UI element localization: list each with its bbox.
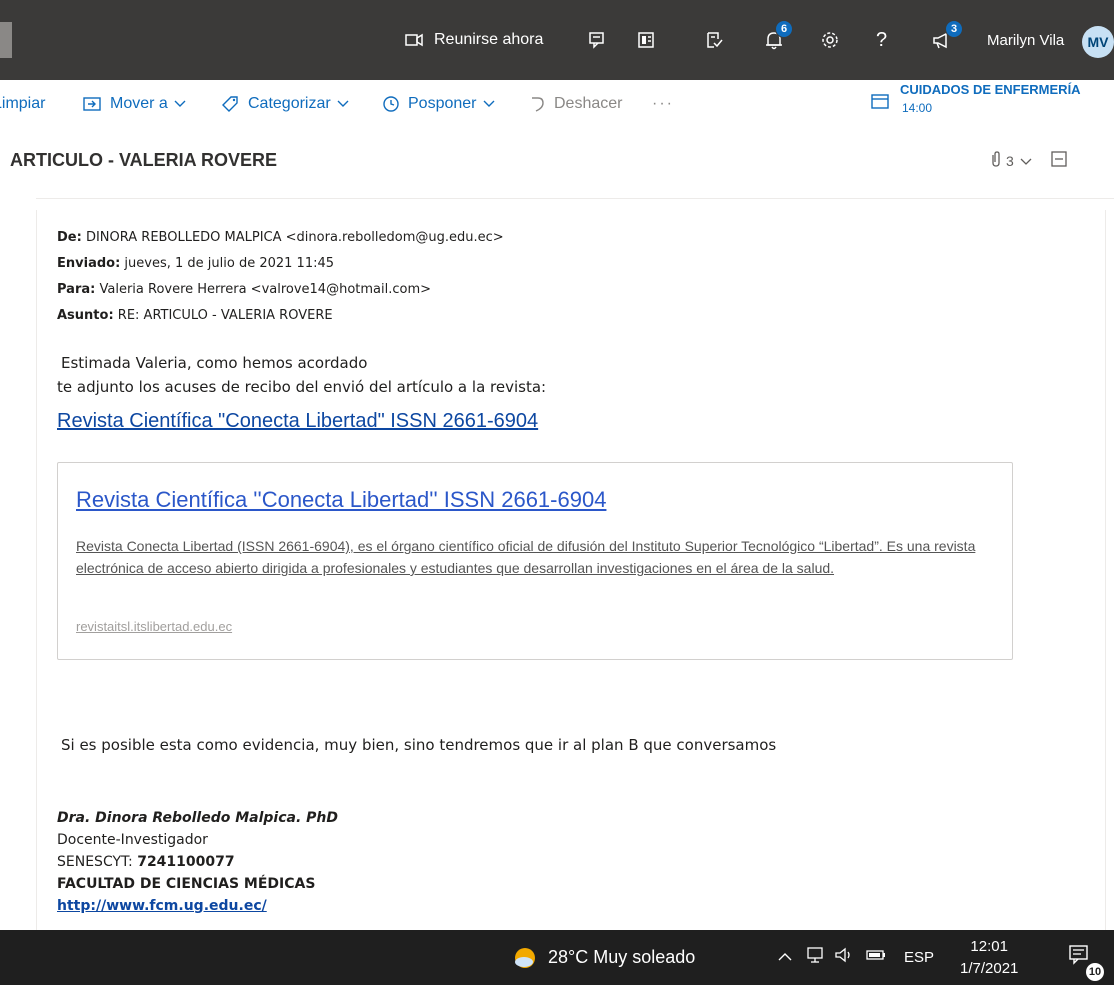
more-icon: ··· xyxy=(652,95,674,112)
help-button[interactable]: ? xyxy=(876,0,887,80)
signature-name: Dra. Dinora Rebolledo Malpica. PhD xyxy=(57,810,339,826)
undo-label: Deshacer xyxy=(554,95,623,112)
folder-move-icon xyxy=(82,95,102,113)
taskbar: 28°C Muy soleado ESP 12:01 1/7/2021 10 xyxy=(0,930,1114,985)
gear-icon xyxy=(818,28,842,52)
subject-label: Asunto: xyxy=(57,308,114,323)
card-title[interactable]: Revista Científica ''Conecta Libertad'' … xyxy=(76,487,606,513)
network-icon xyxy=(806,946,826,969)
from-label: De: xyxy=(57,230,82,245)
card-domain[interactable]: revistaitsl.itslibertad.edu.ec xyxy=(76,619,232,634)
clock-time: 12:01 xyxy=(970,937,1008,955)
signature-role: Docente-Investigador xyxy=(57,832,208,848)
meet-now-label: Reunirse ahora xyxy=(434,31,544,48)
email-subject: ARTICULO - VALERIA ROVERE xyxy=(10,150,278,170)
feedback-button[interactable] xyxy=(930,0,954,80)
teams-chat-button[interactable] xyxy=(586,0,610,80)
volume-button[interactable] xyxy=(834,930,854,985)
chat-icon xyxy=(586,28,610,52)
notifications-badge: 6 xyxy=(775,20,793,38)
speaker-icon xyxy=(834,946,854,969)
chevron-down-icon xyxy=(483,100,495,108)
battery-icon xyxy=(866,948,886,967)
clear-button[interactable]: Limpiar xyxy=(0,80,45,128)
clear-label: Limpiar xyxy=(0,95,46,112)
task-check-icon xyxy=(702,28,726,52)
greeting-line-1: Estimada Valeria, como hemos acordado xyxy=(61,354,368,372)
clock-icon xyxy=(382,95,400,113)
categorize-label: Categorizar xyxy=(248,95,331,112)
snooze-button[interactable]: Posponer xyxy=(382,80,495,128)
undo-icon xyxy=(528,95,546,113)
divider xyxy=(36,198,1114,199)
undo-button[interactable]: Deshacer xyxy=(528,80,622,128)
reminder-time: 14:00 xyxy=(902,101,933,115)
closing-text: Si es posible esta como evidencia, muy b… xyxy=(61,736,777,754)
clock-date: 1/7/2021 xyxy=(960,959,1019,977)
settings-button[interactable] xyxy=(818,0,842,80)
journal-link[interactable]: Revista Científica "Conecta Libertad" IS… xyxy=(57,410,538,433)
sent-value: jueves, 1 de julio de 2021 11:45 xyxy=(124,256,335,271)
from-line: De: DINORA REBOLLEDO MALPICA <dinora.reb… xyxy=(57,230,504,245)
weather-widget[interactable]: 28°C Muy soleado xyxy=(512,930,695,985)
to-label: Para: xyxy=(57,282,96,297)
chevron-down-icon xyxy=(1020,153,1032,169)
tag-icon xyxy=(220,94,240,114)
link-preview-card[interactable]: Revista Científica ''Conecta Libertad'' … xyxy=(57,462,1013,660)
notifications-button[interactable] xyxy=(762,0,786,80)
search-box-stub[interactable] xyxy=(0,22,12,58)
move-to-label: Mover a xyxy=(110,95,168,112)
office-icon xyxy=(634,28,658,52)
chevron-up-icon xyxy=(778,949,792,967)
chevron-down-icon xyxy=(174,100,186,108)
signature-senescyt: SENESCYT: 7241100077 xyxy=(57,854,235,870)
show-hidden-icons-button[interactable] xyxy=(778,930,792,985)
categorize-button[interactable]: Categorizar xyxy=(220,80,349,128)
notification-count-badge: 10 xyxy=(1086,963,1104,981)
senescyt-value: 7241100077 xyxy=(137,854,235,870)
attachments-toggle[interactable]: 3 xyxy=(990,150,1068,171)
to-line: Para: Valeria Rovere Herrera <valrove14@… xyxy=(57,282,431,297)
to-value: Valeria Rovere Herrera <valrove14@hotmai… xyxy=(99,282,432,297)
meet-now-button[interactable]: Reunirse ahora xyxy=(402,0,543,80)
reading-pane-toggle-icon[interactable] xyxy=(1050,150,1068,171)
subject-line: Asunto: RE: ARTICULO - VALERIA ROVERE xyxy=(57,308,333,323)
signature-faculty: FACULTAD DE CIENCIAS MÉDICAS xyxy=(57,876,316,892)
card-description[interactable]: Revista Conecta Libertad (ISSN 2661-6904… xyxy=(76,535,976,579)
office-button[interactable] xyxy=(634,0,658,80)
account-name[interactable]: Marilyn Vila xyxy=(987,0,1064,80)
move-to-button[interactable]: Mover a xyxy=(82,80,186,128)
feedback-badge: 3 xyxy=(945,20,963,38)
battery-button[interactable] xyxy=(866,930,886,985)
paperclip-icon xyxy=(990,150,1002,171)
language-indicator[interactable]: ESP xyxy=(904,930,934,985)
network-button[interactable] xyxy=(806,930,826,985)
from-value: DINORA REBOLLEDO MALPICA <dinora.rebolle… xyxy=(85,230,504,245)
calendar-icon xyxy=(870,92,890,115)
greeting-line-2: te adjunto los acuses de recibo del envi… xyxy=(57,378,547,396)
signature-url[interactable]: http://www.fcm.ug.edu.ec/ xyxy=(57,898,267,914)
clock[interactable]: 12:01 1/7/2021 xyxy=(960,930,1018,985)
weather-text: 28°C Muy soleado xyxy=(548,947,696,967)
subject-value: RE: ARTICULO - VALERIA ROVERE xyxy=(117,308,333,323)
snooze-label: Posponer xyxy=(408,95,477,112)
video-camera-icon xyxy=(402,28,426,52)
calendar-reminder[interactable]: CUIDADOS DE ENFERMERÍA 14:00 xyxy=(870,80,1081,128)
senescyt-label: SENESCYT: xyxy=(57,854,133,870)
reminder-title: CUIDADOS DE ENFERMERÍA xyxy=(900,82,1081,97)
sent-line: Enviado: jueves, 1 de julio de 2021 11:4… xyxy=(57,256,334,271)
avatar[interactable]: MV xyxy=(1082,26,1114,58)
message-body: De: DINORA REBOLLEDO MALPICA <dinora.reb… xyxy=(36,210,1106,930)
sent-label: Enviado: xyxy=(57,256,121,271)
more-actions-button[interactable]: ··· xyxy=(652,80,674,128)
question-mark-icon: ? xyxy=(876,28,888,51)
top-bar: Reunirse ahora 6 ? 3 Marilyn Vila MV xyxy=(0,0,1114,80)
chevron-down-icon xyxy=(337,100,349,108)
todo-button[interactable] xyxy=(702,0,726,80)
sun-cloud-icon xyxy=(512,945,538,971)
reminder-text: CUIDADOS DE ENFERMERÍA 14:00 xyxy=(900,82,1081,115)
attachment-count: 3 xyxy=(1006,152,1014,169)
